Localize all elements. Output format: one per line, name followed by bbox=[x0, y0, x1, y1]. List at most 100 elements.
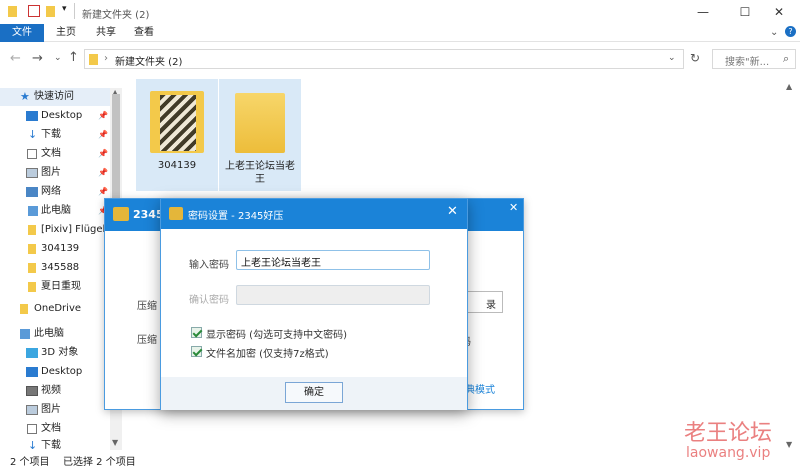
sidebar-item-label: 夏日重现 bbox=[41, 281, 81, 292]
watermark-title: 老王论坛 bbox=[684, 421, 773, 446]
scroll-down-icon[interactable]: ▼ bbox=[112, 438, 118, 447]
compress-close-icon[interactable]: ✕ bbox=[509, 201, 518, 214]
quick-access-dropdown-icon[interactable]: ▾ bbox=[62, 4, 67, 14]
sidebar-item-label: 3D 对象 bbox=[41, 347, 79, 358]
sidebar-item-3d-objects[interactable]: 3D 对象 bbox=[0, 344, 110, 362]
watermark-url: laowang.vip bbox=[686, 445, 771, 461]
minimize-button[interactable]: — bbox=[680, 0, 726, 24]
ribbon-expand-icon[interactable]: ⌄ bbox=[770, 27, 778, 38]
folder-icon bbox=[28, 263, 36, 273]
sidebar-item-345588[interactable]: 345588 bbox=[0, 259, 110, 277]
sidebar-item-videos[interactable]: 视频 bbox=[0, 382, 110, 400]
file-name: 上老王论坛当老王 bbox=[225, 161, 295, 185]
pin-icon[interactable]: 📌 bbox=[98, 107, 108, 125]
sidebar-item-onedrive[interactable]: OneDrive bbox=[0, 300, 110, 318]
folder-icon bbox=[89, 54, 98, 65]
close-button[interactable]: ✕ bbox=[756, 0, 800, 24]
sidebar-item-label: [Pixiv] Flügel ( bbox=[41, 224, 110, 235]
desktop-icon bbox=[26, 367, 38, 377]
ribbon: 文件 主页 共享 查看 ⌄ ? bbox=[0, 24, 800, 42]
tab-share[interactable]: 共享 bbox=[86, 24, 126, 42]
pin-icon[interactable]: 📌 bbox=[98, 145, 108, 163]
sidebar-item-summer-time[interactable]: 夏日重现 bbox=[0, 278, 110, 296]
file-item[interactable]: 上老王论坛当老王 bbox=[219, 79, 301, 191]
sidebar-item-label: 快速访问 bbox=[34, 91, 74, 102]
item-count: 2 个项目 bbox=[10, 457, 50, 468]
sidebar-item-desktop-2[interactable]: Desktop bbox=[0, 363, 110, 381]
password-dialog: 密码设置 - 2345好压 ✕ 输入密码 上老王论坛当老王 确认密码 显示密码 … bbox=[160, 198, 468, 410]
recent-locations-icon[interactable]: ⌄ bbox=[54, 53, 62, 63]
video-icon bbox=[26, 386, 38, 396]
file-name: 304139 bbox=[157, 160, 197, 171]
desktop-icon bbox=[26, 111, 38, 121]
properties-icon[interactable] bbox=[28, 5, 40, 17]
sidebar-item-label: 此电脑 bbox=[41, 205, 71, 216]
pin-icon[interactable]: 📌 bbox=[98, 126, 108, 144]
sidebar-item-label: Desktop bbox=[41, 366, 83, 377]
confirm-password-input[interactable] bbox=[236, 285, 430, 305]
sidebar-item-label: 网络 bbox=[41, 186, 61, 197]
sidebar-item-this-pc[interactable]: 此电脑 📌 bbox=[0, 202, 110, 220]
back-icon[interactable]: ← bbox=[10, 51, 21, 66]
sidebar-item-documents-2[interactable]: 文档 bbox=[0, 420, 110, 438]
dialog-close-icon[interactable]: ✕ bbox=[447, 204, 458, 219]
compress-label: 压缩 bbox=[137, 301, 157, 312]
sidebar-item-downloads[interactable]: ↓ 下载 📌 bbox=[0, 126, 110, 144]
ok-button[interactable]: 确定 bbox=[285, 382, 343, 403]
document-icon bbox=[27, 149, 37, 159]
encrypt-filename-checkbox[interactable] bbox=[191, 346, 202, 357]
tab-home[interactable]: 主页 bbox=[46, 24, 86, 42]
refresh-icon[interactable]: ↻ bbox=[690, 51, 700, 65]
sidebar-item-304139[interactable]: 304139 bbox=[0, 240, 110, 258]
search-input[interactable]: 搜索"新... bbox=[725, 53, 769, 68]
sidebar-item-desktop[interactable]: Desktop 📌 bbox=[0, 107, 110, 125]
password-input[interactable]: 上老王论坛当老王 bbox=[236, 250, 430, 270]
sidebar-item-this-pc-2[interactable]: 此电脑 bbox=[0, 325, 110, 343]
pin-icon[interactable]: 📌 bbox=[98, 164, 108, 182]
breadcrumb[interactable]: 新建文件夹 (2) bbox=[115, 53, 182, 68]
sidebar-item-label: 视频 bbox=[41, 385, 61, 396]
breadcrumb-chevron-icon[interactable]: › bbox=[104, 53, 108, 64]
picture-icon bbox=[26, 168, 38, 178]
window-title: 新建文件夹 (2) bbox=[82, 10, 150, 21]
cube-icon bbox=[26, 348, 38, 358]
show-password-checkbox[interactable] bbox=[191, 327, 202, 338]
sidebar-item-documents[interactable]: 文档 📌 bbox=[0, 145, 110, 163]
sidebar-item-label: 图片 bbox=[41, 404, 61, 415]
password-value: 上老王论坛当老王 bbox=[241, 258, 321, 269]
title-bar: ▾ 新建文件夹 (2) — ☐ ✕ bbox=[0, 0, 800, 24]
scroll-up-icon[interactable]: ▲ bbox=[786, 82, 792, 91]
thumbnail-image bbox=[160, 95, 196, 151]
search-box[interactable]: 搜索"新... ⌕ bbox=[712, 49, 796, 69]
address-dropdown-icon[interactable]: ⌄ bbox=[668, 53, 676, 63]
tab-view[interactable]: 查看 bbox=[124, 24, 164, 42]
encrypt-filename-label: 文件名加密 (仅支持7z格式) bbox=[206, 349, 329, 360]
show-password-label: 显示密码 (勾选可支持中文密码) bbox=[206, 330, 347, 341]
up-icon[interactable]: ↑ bbox=[68, 50, 79, 65]
computer-icon bbox=[28, 206, 38, 216]
folder-icon bbox=[28, 225, 36, 235]
selected-count: 已选择 2 个项目 bbox=[63, 457, 136, 468]
address-bar[interactable]: › 新建文件夹 (2) ⌄ bbox=[84, 49, 684, 69]
new-folder-icon[interactable] bbox=[46, 6, 55, 17]
sidebar-item-pixiv-flugel[interactable]: [Pixiv] Flügel ( bbox=[0, 221, 110, 239]
computer-icon bbox=[20, 329, 30, 339]
sidebar-item-pictures[interactable]: 图片 📌 bbox=[0, 164, 110, 182]
forward-icon[interactable]: → bbox=[32, 51, 43, 66]
sidebar-item-network[interactable]: 网络 📌 bbox=[0, 183, 110, 201]
sidebar-item-label: 图片 bbox=[41, 167, 61, 178]
app-logo-icon bbox=[113, 207, 129, 221]
tab-file[interactable]: 文件 bbox=[0, 24, 44, 42]
search-icon[interactable]: ⌕ bbox=[783, 52, 789, 66]
folder-icon bbox=[28, 244, 36, 254]
download-icon: ↓ bbox=[28, 128, 38, 141]
picture-icon bbox=[26, 405, 38, 415]
file-item[interactable]: 304139 bbox=[136, 79, 218, 191]
compress-label: 压缩 bbox=[137, 335, 157, 346]
dialog-header: 密码设置 - 2345好压 ✕ bbox=[161, 199, 467, 229]
sidebar-item-label: OneDrive bbox=[34, 303, 82, 314]
sidebar-item-pictures-2[interactable]: 图片 bbox=[0, 401, 110, 419]
sidebar-item-quick-access[interactable]: ★ 快速访问 bbox=[0, 88, 110, 106]
watermark: 老王论坛 laowang.vip bbox=[684, 415, 796, 467]
help-icon[interactable]: ? bbox=[785, 26, 796, 37]
